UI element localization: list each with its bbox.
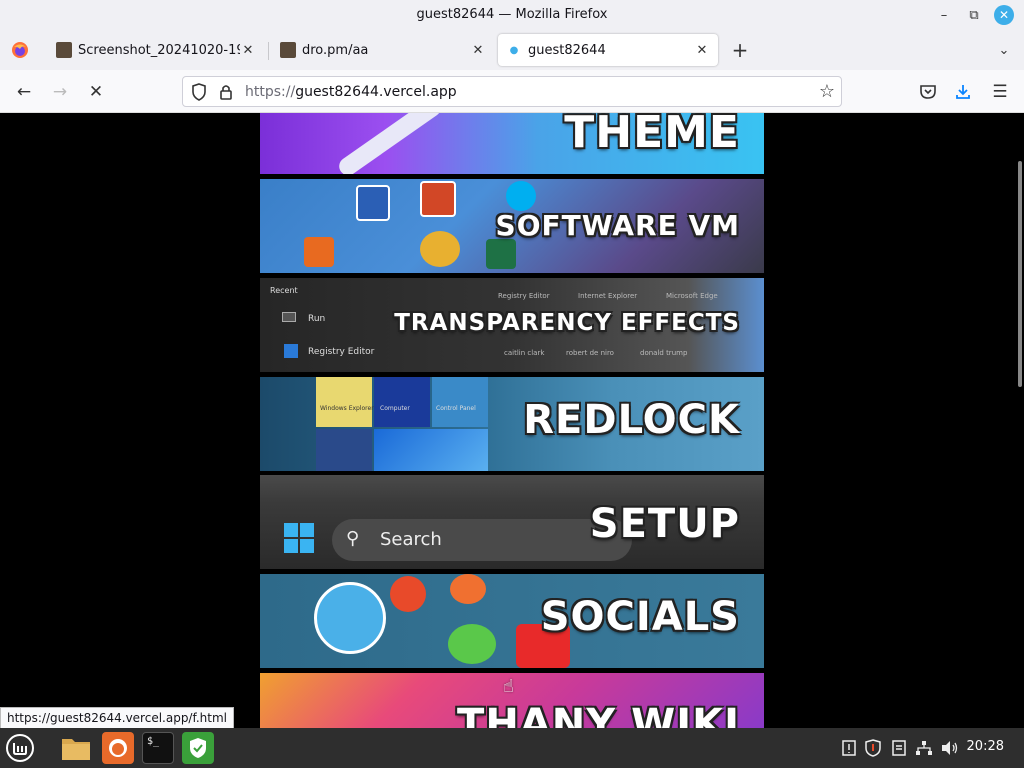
page-scrollbar[interactable] <box>1018 161 1022 387</box>
banner-label: TRANSPARENCY EFFECTS <box>394 310 740 336</box>
run-label: Run <box>308 314 326 324</box>
banner-transparency-effects[interactable]: Recent Run Registry Editor Registry Edit… <box>260 278 764 372</box>
tile-label: Control Panel <box>436 405 476 412</box>
tab-screenshot[interactable]: Screenshot_20241020-1906 ✕ <box>48 34 264 66</box>
tab-guest82644[interactable]: ● guest82644 ✕ <box>498 34 718 66</box>
tab-strip: Screenshot_20241020-1906 ✕ dro.pm/aa ✕ ●… <box>0 30 1024 70</box>
downloads-icon[interactable] <box>951 80 975 104</box>
tile-label: Computer <box>380 405 410 412</box>
url-host: guest82644.vercel.app <box>295 84 457 100</box>
status-link-preview: https://guest82644.vercel.app/f.html <box>0 707 234 729</box>
maximize-button[interactable]: ⧉ <box>964 5 984 25</box>
run-icon <box>282 312 296 322</box>
bookmark-star-icon[interactable]: ☆ <box>819 81 835 102</box>
recent-search: robert de niro <box>566 349 614 357</box>
window-titlebar: guest82644 — Mozilla Firefox – ⧉ ✕ <box>0 0 1024 30</box>
search-icon: ⚲ <box>346 528 360 549</box>
page-viewport: THEME SOFTWARE VM Recent Run Registry Ed… <box>0 113 1024 728</box>
start-tile <box>316 429 372 471</box>
banner-label: SOFTWARE VM <box>495 209 740 242</box>
firefox-view-icon[interactable] <box>8 38 32 62</box>
app-icon <box>304 237 334 267</box>
banner-socials[interactable]: SOCIALS <box>260 574 764 668</box>
tab-favicon-icon <box>56 42 72 58</box>
new-tab-button[interactable]: + <box>728 38 752 62</box>
tab-close-icon[interactable]: ✕ <box>694 43 710 58</box>
search-label: Search <box>380 529 442 550</box>
clipboard-icon[interactable] <box>890 739 908 757</box>
update-shield-icon[interactable] <box>864 739 882 757</box>
windows-logo-tile <box>374 429 488 471</box>
mint-menu-icon[interactable] <box>4 732 36 764</box>
banner-theme[interactable]: THEME <box>260 113 764 174</box>
chat-icon <box>448 624 496 664</box>
chip-microsoft-edge: Microsoft Edge <box>666 292 718 300</box>
tab-close-icon[interactable]: ✕ <box>470 43 486 58</box>
url-text[interactable]: https://guest82644.vercel.app <box>245 84 457 100</box>
banner-label: SOCIALS <box>540 594 740 640</box>
desktop-taskbar: $_ 20:28 <box>0 728 1024 768</box>
hand-cursor-icon: ☝ <box>503 676 514 697</box>
window-title: guest82644 — Mozilla Firefox <box>416 7 608 22</box>
tab-label: dro.pm/aa <box>302 42 369 58</box>
close-window-button[interactable]: ✕ <box>994 5 1014 25</box>
network-icon[interactable] <box>915 739 933 757</box>
app-icon <box>390 576 426 612</box>
firefox-taskbar-icon[interactable] <box>102 732 134 764</box>
file-manager-folder-icon[interactable] <box>60 732 92 764</box>
terminal-icon[interactable]: $_ <box>142 732 174 764</box>
tab-label: guest82644 <box>528 42 606 58</box>
list-all-tabs-chevron-down-icon[interactable]: ⌄ <box>992 38 1016 62</box>
minimize-button[interactable]: – <box>934 5 954 25</box>
paintbrush-icon <box>335 113 445 174</box>
registry-editor-label: Registry Editor <box>308 347 375 357</box>
shield-icon[interactable] <box>191 83 209 101</box>
excel-icon <box>486 239 516 269</box>
banner-label: SETUP <box>589 501 740 547</box>
hamburger-menu-icon[interactable]: ☰ <box>988 80 1012 104</box>
recent-search: donald trump <box>640 349 688 357</box>
banner-label: THANY WIKI <box>457 701 740 728</box>
recent-search: caitlin clark <box>504 349 545 357</box>
start-tile <box>316 377 372 427</box>
banner-redlock[interactable]: Windows Explorer Computer Control Panel … <box>260 377 764 471</box>
tile-label: Windows Explorer <box>320 405 374 412</box>
recent-label: Recent <box>270 286 298 295</box>
chip-internet-explorer: Internet Explorer <box>578 292 638 300</box>
tab-divider <box>268 42 269 60</box>
banner-setup[interactable]: ⚲ Search SETUP <box>260 475 764 569</box>
windows-11-logo-icon <box>284 523 314 553</box>
back-arrow-icon[interactable]: ← <box>12 80 36 104</box>
tab-close-icon[interactable]: ✕ <box>240 43 256 58</box>
shield-app-icon[interactable] <box>182 732 214 764</box>
word-icon <box>356 185 390 221</box>
tab-loading-dot-icon: ● <box>509 44 519 56</box>
taskbar-search-box: ⚲ Search <box>332 519 632 561</box>
lock-icon[interactable] <box>219 83 235 101</box>
registry-editor-icon <box>284 344 298 358</box>
pocket-icon[interactable] <box>916 80 940 104</box>
url-bar[interactable]: https://guest82644.vercel.app ☆ <box>182 76 842 107</box>
forward-arrow-icon[interactable]: → <box>48 80 72 104</box>
url-protocol: https:// <box>245 84 296 100</box>
banner-label: THEME <box>564 113 740 158</box>
navigation-toolbar: ← → ✕ https://guest82644.vercel.app ☆ ☰ <box>0 70 1024 113</box>
tab-dro-pm[interactable]: dro.pm/aa ✕ <box>272 34 494 66</box>
banner-label: REDLOCK <box>523 397 740 443</box>
twitter-icon <box>314 582 386 654</box>
volume-icon[interactable] <box>941 739 959 757</box>
clock[interactable]: 20:28 <box>967 739 1004 754</box>
tab-favicon-icon <box>280 42 296 58</box>
powerpoint-icon <box>420 181 456 217</box>
start-tile <box>374 377 430 427</box>
stop-loading-icon[interactable]: ✕ <box>84 80 108 104</box>
skype-icon <box>506 181 536 211</box>
app-icon <box>450 574 486 604</box>
start-tile <box>432 377 488 427</box>
banner-software-vm[interactable]: SOFTWARE VM <box>260 179 764 273</box>
notification-icon[interactable] <box>840 739 858 757</box>
chip-registry-editor: Registry Editor <box>498 292 550 300</box>
paint-palette-icon <box>420 231 460 267</box>
tab-label: Screenshot_20241020-1906 <box>78 42 240 58</box>
